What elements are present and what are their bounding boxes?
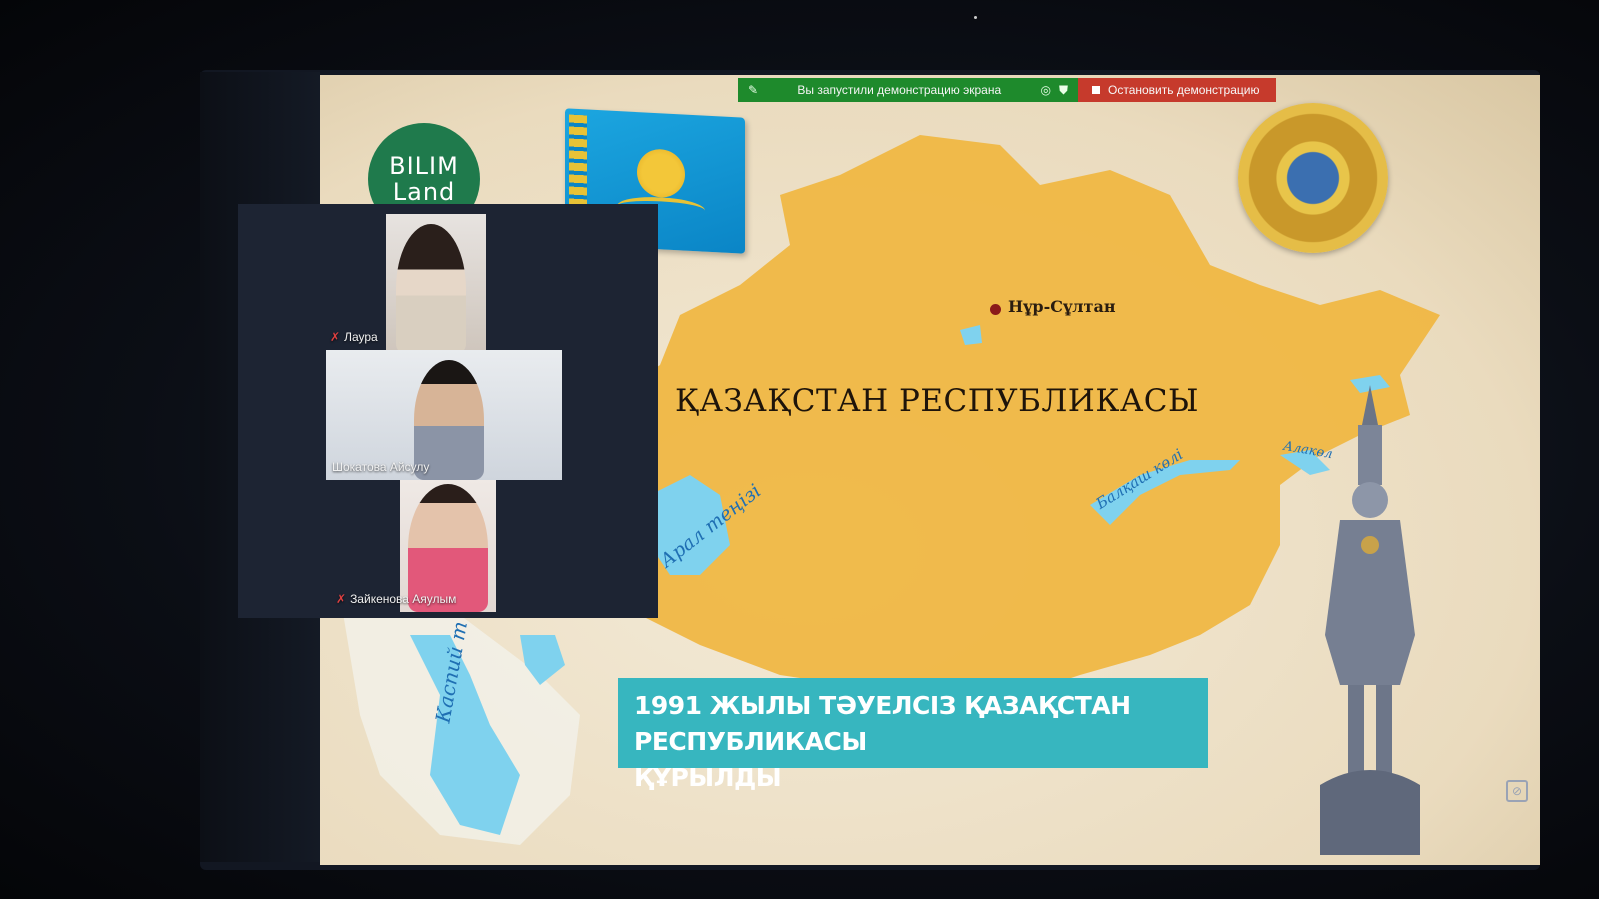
pin-icon[interactable]: ✎	[748, 83, 758, 97]
settings-icon[interactable]: ◎	[1041, 83, 1051, 97]
logo-line-1: BILIM	[389, 152, 459, 180]
participant-name: Шокатова Айсулу	[332, 460, 430, 474]
banner-line-1: 1991 ЖЫЛЫ ТӘУЕЛСІЗ ҚАЗАҚСТАН РЕСПУБЛИКАС…	[634, 691, 1131, 756]
participant-video	[386, 214, 486, 350]
participant-tile[interactable]: ✗ Лаура	[324, 214, 584, 350]
screen-share-toolbar: ✎ Вы запустили демонстрацию экрана ◎ ⛊ О…	[738, 78, 1276, 102]
flag-sun-icon	[637, 148, 685, 199]
fullscreen-icon[interactable]: ⊘	[1506, 780, 1528, 802]
state-emblem	[1238, 103, 1388, 253]
share-status-text: Вы запустили демонстрацию экрана	[797, 83, 1002, 97]
stop-share-button[interactable]: Остановить демонстрацию	[1078, 78, 1276, 102]
slide-title: ҚАЗАҚСТАН РЕСПУБЛИКАСЫ	[675, 383, 1200, 419]
golden-man-statue	[1320, 385, 1420, 855]
logo-line-2: Land	[392, 178, 456, 206]
stop-icon	[1092, 86, 1100, 94]
participant-name: Лаура	[344, 330, 378, 344]
camera-dot	[974, 16, 977, 19]
mic-muted-icon: ✗	[336, 592, 347, 606]
banner-line-2: ҚҰРЫЛДЫ	[634, 763, 782, 792]
participant-name: Зайкенова Аяулым	[350, 592, 457, 606]
participant-name-tag: Шокатова Айсулу	[332, 460, 429, 474]
capital-label: Нұр-Сұлтан	[1008, 297, 1116, 316]
participant-name-tag: ✗ Зайкенова Аяулым	[336, 592, 456, 606]
independence-banner: 1991 ЖЫЛЫ ТӘУЕЛСІЗ ҚАЗАҚСТАН РЕСПУБЛИКАС…	[618, 678, 1208, 792]
participant-tile[interactable]: Шокатова Айсулу	[326, 350, 562, 480]
capital-marker	[990, 304, 1001, 315]
participant-gallery[interactable]: ✗ Лаура Шокатова Айсулу ✗ Зайкенова Аяул…	[238, 204, 658, 618]
stop-share-label: Остановить демонстрацию	[1108, 83, 1260, 97]
security-shield-icon[interactable]: ⛊	[1059, 83, 1068, 98]
participant-tile[interactable]: ✗ Зайкенова Аяулым	[330, 480, 570, 612]
participant-name-tag: ✗ Лаура	[330, 330, 378, 344]
mic-muted-icon: ✗	[330, 330, 341, 344]
share-status-bar: ✎ Вы запустили демонстрацию экрана ◎ ⛊	[738, 78, 1078, 102]
